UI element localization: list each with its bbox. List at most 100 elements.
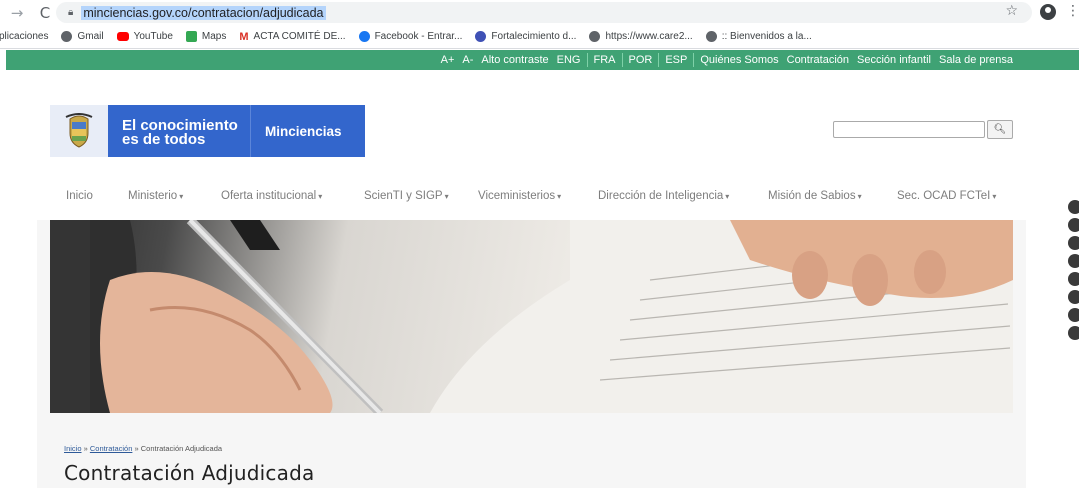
reload-icon[interactable]: C (34, 4, 56, 22)
globe-icon (61, 31, 73, 42)
lang-fra-link[interactable]: FRA (594, 54, 616, 66)
divider (586, 53, 588, 67)
bookmark-fortalecimiento[interactable]: Fortalecimiento d... (475, 31, 576, 42)
search-input[interactable] (833, 121, 985, 138)
youtube-icon[interactable] (1068, 254, 1079, 268)
bookmark-gmail[interactable]: Gmail (61, 31, 104, 42)
breadcrumb-section-link[interactable]: Contratación (90, 444, 133, 453)
menu-label: Oferta institucional (221, 190, 317, 202)
bookmark-label: ACTA COMITÉ DE... (253, 31, 346, 42)
chevron-down-icon: ▾ (557, 192, 562, 201)
hero-illustration (50, 220, 1013, 413)
bookmark-label: YouTube (133, 31, 173, 42)
breadcrumb-home-link[interactable]: Inicio (64, 444, 82, 453)
breadcrumb-separator: » (83, 444, 88, 453)
bookmark-label: Fortalecimiento d... (491, 31, 577, 42)
forward-arrow-icon[interactable]: → (6, 4, 28, 22)
seccion-infantil-link[interactable]: Sección infantil (857, 54, 931, 66)
url-text[interactable]: minciencias.gov.co/contratacion/adjudica… (81, 5, 326, 20)
browser-toolbar: → C 🔒︎ minciencias.gov.co/contratacion/a… (0, 0, 1079, 25)
spotify-icon[interactable] (1068, 326, 1079, 340)
profile-avatar-icon[interactable] (1040, 4, 1056, 20)
menu-item-sabios[interactable]: Misión de Sabios ▾ (768, 190, 862, 202)
chevron-down-icon: ▾ (318, 192, 323, 201)
chevron-down-icon: ▾ (179, 192, 184, 201)
menu-label: Sec. OCAD FCTeI (897, 190, 991, 202)
bookmark-bienvenidos[interactable]: :: Bienvenidos a la... (705, 31, 812, 42)
twitter-icon[interactable] (1068, 218, 1079, 232)
site-icon (475, 31, 487, 42)
linkedin-icon[interactable] (1068, 272, 1079, 286)
menu-item-viceministerios[interactable]: Viceministerios ▾ (478, 190, 561, 202)
bookmark-star-icon[interactable]: ☆ (1005, 3, 1018, 19)
bookmark-youtube[interactable]: YouTube (116, 31, 173, 42)
bookmark-label: :: Bienvenidos a la... (721, 31, 812, 42)
menu-label: Inicio (66, 190, 93, 202)
bookmark-label: plicaciones (0, 31, 49, 42)
search-icon: 🔍︎ (993, 124, 1007, 135)
youtube-icon (116, 32, 129, 41)
bookmark-acta[interactable]: M ACTA COMITÉ DE... (239, 31, 345, 43)
gov-accessibility-bar: A+ A- Alto contraste ENG FRA POR ESP Qui… (6, 50, 1079, 70)
bookmark-maps[interactable]: Maps (185, 31, 227, 42)
search-button[interactable]: 🔍︎ (987, 120, 1013, 139)
menu-item-ocad[interactable]: Sec. OCAD FCTeI ▾ (897, 190, 996, 202)
breadcrumb-current: Contratación Adjudicada (140, 444, 223, 453)
bookmark-facebook[interactable]: Facebook - Entrar... (358, 31, 463, 42)
contratacion-link[interactable]: Contratación (787, 54, 849, 66)
menu-item-oferta[interactable]: Oferta institucional ▾ (221, 190, 322, 202)
facebook-icon (358, 31, 370, 42)
menu-label: Misión de Sabios (768, 190, 856, 202)
high-contrast-link[interactable]: Alto contraste (481, 54, 548, 66)
bookmark-care2[interactable]: https://www.care2... (589, 31, 693, 42)
slogan-line-2: es de todos (122, 131, 206, 148)
lock-icon: 🔒︎ (68, 7, 74, 18)
browser-menu-icon[interactable]: ⋮ (1066, 3, 1079, 19)
divider (621, 53, 623, 67)
sala-de-prensa-link[interactable]: Sala de prensa (939, 54, 1013, 66)
gmail-m-icon: M (239, 30, 249, 43)
lang-esp-link[interactable]: ESP (665, 54, 687, 66)
facebook-icon[interactable] (1068, 200, 1079, 214)
hero-image (50, 220, 1013, 413)
lang-por-link[interactable]: POR (629, 54, 653, 66)
chevron-down-icon: ▾ (444, 192, 449, 201)
address-bar[interactable]: 🔒︎ minciencias.gov.co/contratacion/adjud… (56, 2, 1032, 23)
lang-eng-link[interactable]: ENG (557, 54, 581, 66)
globe-icon (589, 31, 601, 42)
menu-item-scienti[interactable]: ScienTI y SIGP ▾ (364, 190, 449, 202)
breadcrumb-separator: » (134, 444, 139, 453)
page-title: Contratación Adjudicada (64, 461, 315, 485)
menu-item-inteligencia[interactable]: Dirección de Inteligencia ▾ (598, 190, 729, 202)
divider (693, 53, 695, 67)
brand-name: Minciencias (250, 105, 365, 157)
menu-label: Dirección de Inteligencia (598, 190, 724, 202)
font-decrease-link[interactable]: A- (462, 54, 473, 66)
coat-of-arms-icon (50, 105, 108, 157)
bookmark-label: Gmail (77, 31, 104, 42)
menu-item-inicio[interactable]: Inicio (66, 190, 93, 202)
bookmark-label: https://www.care2... (605, 31, 693, 42)
breadcrumb: Inicio » Contratación » Contratación Adj… (64, 444, 222, 453)
menu-label: Viceministerios (478, 190, 556, 202)
menu-item-ministerio[interactable]: Ministerio ▾ (128, 190, 183, 202)
divider (658, 53, 660, 67)
chevron-down-icon: ▾ (992, 192, 997, 201)
flickr-icon[interactable] (1068, 290, 1079, 304)
globe-icon (705, 31, 717, 42)
site-logo[interactable]: El conocimiento es de todos Minciencias (50, 105, 365, 157)
maps-icon (185, 31, 197, 42)
instagram-icon[interactable] (1068, 236, 1079, 250)
bookmark-apps[interactable]: plicaciones (0, 31, 48, 42)
bookmark-label: Facebook - Entrar... (374, 31, 463, 42)
main-navigation: Inicio Ministerio ▾ Oferta institucional ▾… (0, 188, 1079, 208)
bookmark-label: Maps (201, 31, 227, 42)
quienes-somos-link[interactable]: Quiénes Somos (700, 54, 778, 66)
rss-icon[interactable] (1068, 308, 1079, 322)
bookmarks-bar: plicaciones Gmail YouTube Maps M ACTA COM… (0, 25, 1079, 49)
menu-label: ScienTI y SIGP (364, 190, 443, 202)
chevron-down-icon: ▾ (857, 192, 862, 201)
shield-icon (65, 113, 93, 148)
chevron-down-icon: ▾ (725, 192, 730, 201)
font-increase-link[interactable]: A+ (441, 54, 455, 66)
